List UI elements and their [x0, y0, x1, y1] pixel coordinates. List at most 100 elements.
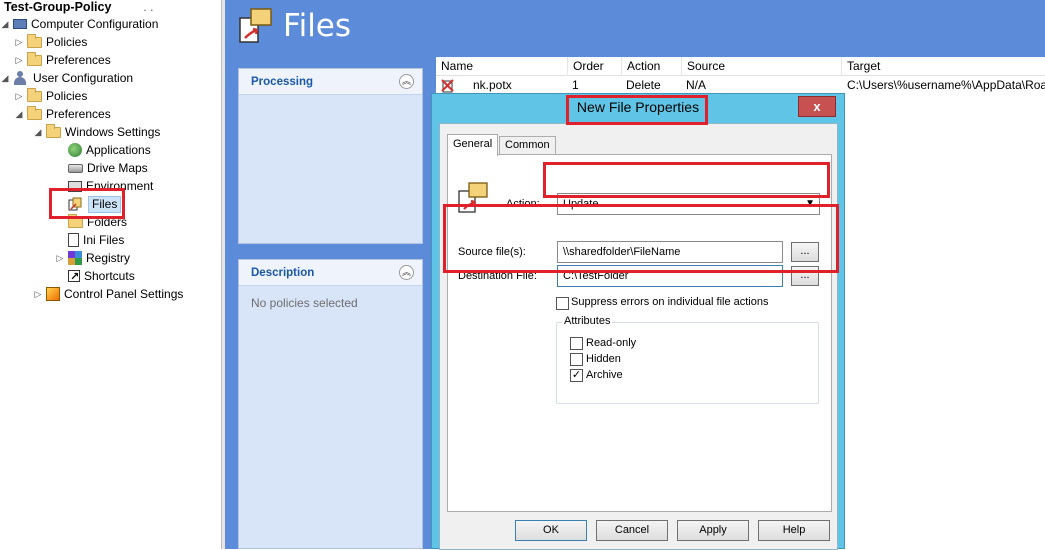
tree-item-computer-policies[interactable]: ▷ Policies	[14, 33, 87, 51]
tab-general[interactable]: General	[447, 134, 499, 156]
browse-destination-button[interactable]: ...	[791, 266, 819, 286]
folder-icon	[27, 51, 42, 66]
cancel-button[interactable]: Cancel	[596, 520, 668, 541]
collapse-arrow-icon[interactable]: ◢	[0, 69, 10, 87]
expand-arrow-icon[interactable]: ▷	[14, 87, 24, 105]
tree-item-label: Preferences	[46, 107, 111, 121]
user-icon	[13, 71, 29, 85]
ini-file-icon	[68, 233, 79, 247]
tree-item-label: Shortcuts	[84, 269, 135, 283]
expand-arrow-icon[interactable]: ▷	[33, 285, 43, 303]
tree-item-applications[interactable]: Applications	[55, 141, 151, 159]
general-tab-page: Action: Update ▼ Source file(s): \\share…	[447, 154, 832, 512]
suppress-errors-checkbox[interactable]	[556, 297, 569, 310]
action-label: Action:	[506, 198, 540, 210]
dialog-titlebar[interactable]: New File Properties x	[432, 94, 844, 122]
tree-item-shortcuts[interactable]: Shortcuts	[55, 267, 135, 286]
tree-item-user-policies[interactable]: ▷ Policies	[14, 87, 87, 105]
collapse-arrow-icon[interactable]: ◢	[33, 123, 43, 141]
processing-panel-header: Processing ︽	[239, 69, 422, 95]
delete-file-icon	[440, 76, 460, 94]
tree-item-label: Policies	[46, 35, 88, 49]
collapse-up-icon[interactable]: ︽	[399, 74, 414, 89]
tree-root-label: Test-Group-Policy	[4, 0, 112, 14]
page-title: Files	[283, 8, 352, 44]
tree-item-label: Environment	[86, 179, 154, 193]
files-icon	[68, 197, 84, 211]
tree-item-folders[interactable]: Folders	[55, 213, 127, 231]
tree-item-computer-configuration[interactable]: ◢ Computer Configuration	[0, 15, 159, 33]
tree-item-label: Windows Settings	[65, 125, 161, 139]
archive-label: Archive	[586, 369, 623, 381]
tree-pane: Test-Group-Policy . . ◢ Computer Configu…	[0, 0, 221, 549]
tree-item-ini-files[interactable]: Ini Files	[55, 231, 124, 249]
column-header-name[interactable]: Name	[436, 57, 568, 76]
tree-item-registry[interactable]: ▷ Registry	[55, 249, 130, 267]
expand-arrow-icon[interactable]: ▷	[14, 33, 24, 51]
tree-item-drive-maps[interactable]: Drive Maps	[55, 159, 148, 177]
tree-item-control-panel-settings[interactable]: ▷ Control Panel Settings	[33, 285, 183, 303]
tree-item-label: Ini Files	[83, 233, 125, 247]
row-target: C:\Users\%username%\AppData\Roa	[847, 78, 1045, 92]
tree-item-label: User Configuration	[33, 71, 134, 85]
tree-item-label: Computer Configuration	[31, 17, 159, 31]
tree-item-label: Files	[88, 195, 122, 213]
column-header-target[interactable]: Target	[842, 57, 1045, 76]
ok-button[interactable]: OK	[515, 520, 587, 541]
column-header-action[interactable]: Action	[622, 57, 682, 76]
dialog-body: General Common Action: Update ▼ Source f…	[439, 123, 838, 550]
destination-file-input[interactable]: C:\TestFolder	[557, 265, 783, 287]
attributes-group: Attributes Read-only Hidden ✓ Archive	[556, 315, 819, 404]
column-header-order[interactable]: Order	[568, 57, 622, 76]
description-panel: Description ︽ No policies selected	[238, 259, 423, 549]
hidden-checkbox[interactable]	[570, 353, 583, 366]
collapse-arrow-icon[interactable]: ◢	[14, 105, 24, 123]
description-panel-header: Description ︽	[239, 260, 422, 286]
expand-arrow-icon[interactable]: ▷	[55, 249, 65, 267]
close-button[interactable]: x	[798, 96, 836, 117]
description-text: No policies selected	[251, 296, 358, 310]
files-icon	[239, 8, 272, 43]
apply-button[interactable]: Apply	[677, 520, 749, 541]
tree-item-label: Control Panel Settings	[64, 287, 184, 301]
source-files-input[interactable]: \\sharedfolder\FileName	[557, 241, 783, 263]
drive-icon	[68, 163, 83, 173]
tree-item-user-preferences[interactable]: ◢ Preferences	[14, 105, 111, 123]
source-files-label: Source file(s):	[458, 246, 526, 258]
shortcut-icon	[68, 268, 80, 286]
processing-panel: Processing ︽	[238, 68, 423, 244]
collapse-arrow-icon[interactable]: ◢	[0, 15, 10, 33]
processing-title: Processing	[251, 76, 313, 88]
tree-item-computer-preferences[interactable]: ▷ Preferences	[14, 51, 111, 69]
description-title: Description	[251, 267, 315, 279]
read-only-label: Read-only	[586, 337, 637, 349]
tree-item-label: Drive Maps	[87, 161, 148, 175]
column-header-source[interactable]: Source	[682, 57, 842, 76]
hidden-label: Hidden	[586, 353, 621, 365]
tree-item-files[interactable]: Files	[55, 195, 122, 213]
folder-icon	[46, 123, 61, 138]
help-button[interactable]: Help	[758, 520, 830, 541]
chevron-down-icon: ▼	[805, 198, 815, 209]
read-only-checkbox[interactable]	[570, 337, 583, 350]
tree-item-user-configuration[interactable]: ◢ User Configuration	[0, 69, 133, 87]
tree-root[interactable]: Test-Group-Policy . .	[4, 0, 153, 16]
expand-arrow-icon[interactable]: ▷	[14, 51, 24, 69]
archive-checkbox[interactable]: ✓	[570, 369, 583, 382]
registry-icon	[68, 251, 82, 265]
tree-item-windows-settings[interactable]: ◢ Windows Settings	[33, 123, 160, 141]
tree-item-label: Registry	[86, 251, 131, 265]
tab-common[interactable]: Common	[499, 136, 556, 155]
folder-icon	[27, 105, 42, 120]
dialog-title: New File Properties	[576, 99, 700, 115]
collapse-up-icon[interactable]: ︽	[399, 265, 414, 280]
browse-source-button[interactable]: ...	[791, 242, 819, 262]
folder-icon	[27, 33, 42, 48]
tree-item-environment[interactable]: Environment	[55, 177, 153, 195]
folder-icon	[27, 87, 42, 102]
action-select[interactable]: Update ▼	[557, 193, 820, 215]
check-mark-icon: ✓	[571, 369, 582, 381]
suppress-errors-label: Suppress errors on individual file actio…	[571, 296, 769, 308]
row-source: N/A	[686, 78, 707, 92]
applications-icon	[68, 143, 82, 157]
